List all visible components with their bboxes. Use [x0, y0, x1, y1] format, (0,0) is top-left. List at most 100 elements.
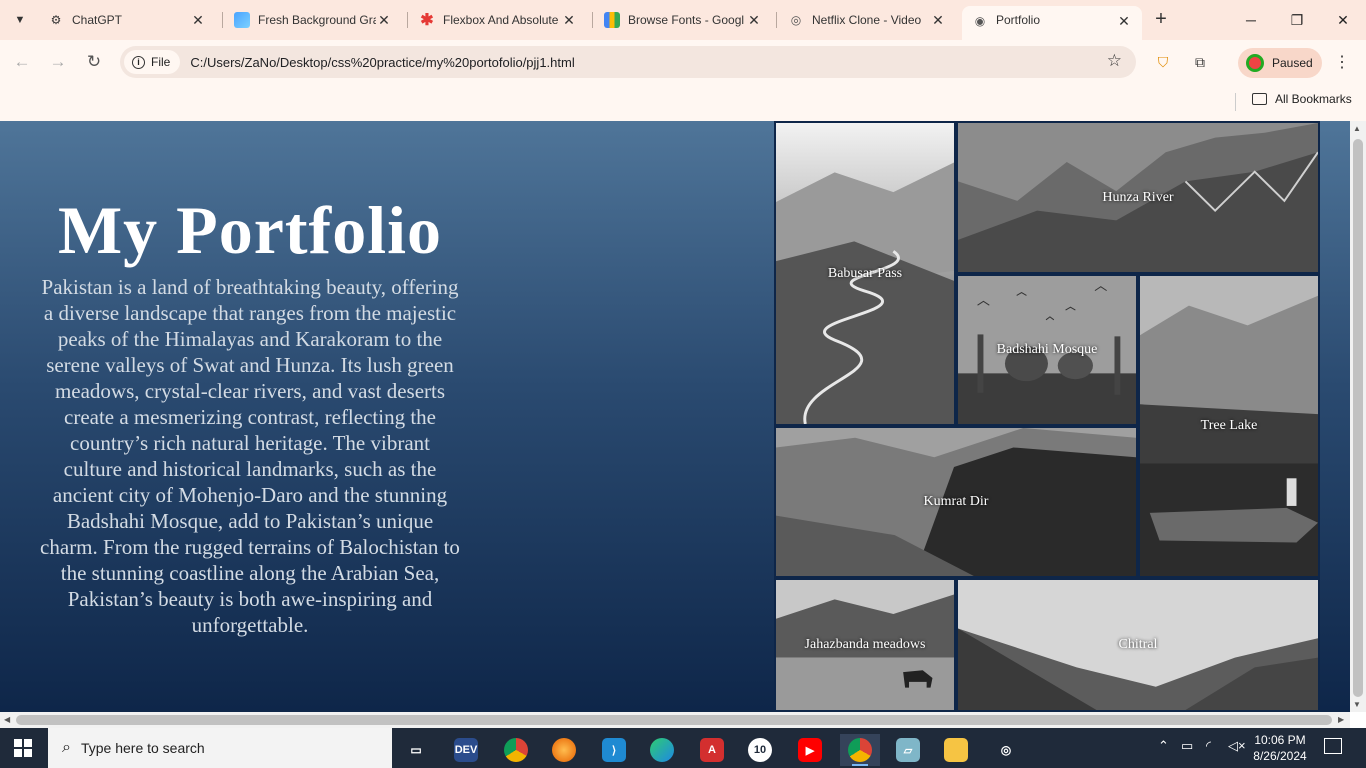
extensions-puzzle-icon[interactable]: ⧉ — [1190, 52, 1210, 72]
windows-taskbar: ⌕ Type here to search ▭ DEV ⟩ A 10 ▶ ▱ ◎… — [0, 728, 1366, 768]
close-window-button[interactable]: ✕ — [1320, 0, 1366, 40]
scroll-right-icon[interactable]: ▶ — [1338, 715, 1344, 724]
gallery-photo-babusar-pass: Babusar Pass — [774, 121, 956, 426]
arrow-left-icon: ← — [13, 52, 31, 71]
tab-google-fonts[interactable]: Browse Fonts - Googl ✕ — [594, 6, 772, 34]
profile-button[interactable]: Paused — [1238, 48, 1322, 78]
close-icon: ✕ — [1337, 11, 1349, 28]
vertical-scrollbar[interactable]: ▲ ▼ — [1350, 121, 1366, 712]
firefox-app-icon[interactable] — [544, 734, 584, 766]
tab-divider — [407, 12, 408, 28]
scroll-down-icon[interactable]: ▼ — [1353, 700, 1361, 709]
wifi-icon[interactable]: ◜ — [1206, 738, 1211, 754]
gradient-icon — [234, 12, 250, 28]
extension-shield-icon[interactable]: ⛉ — [1153, 52, 1173, 72]
tab-divider — [222, 12, 223, 28]
close-icon[interactable]: ✕ — [746, 12, 762, 29]
close-icon[interactable]: ✕ — [561, 12, 577, 29]
close-icon[interactable]: ✕ — [190, 12, 206, 29]
video-icon: ◎ — [790, 13, 802, 27]
forward-button[interactable]: → — [44, 48, 72, 76]
tab-title: Fresh Background Gra — [258, 13, 376, 27]
file-explorer-icon[interactable] — [936, 734, 976, 766]
tab-title: Browse Fonts - Googl — [628, 13, 745, 27]
photo-caption: Chitral — [1118, 637, 1158, 652]
back-button[interactable]: ← — [8, 48, 36, 76]
speaker-muted-icon[interactable]: ◁× — [1228, 738, 1246, 754]
gallery-photo-jahazbanda-meadows: Jahazbanda meadows — [774, 578, 956, 712]
gallery-photo-badshahi-mosque: Badshahi Mosque — [956, 274, 1138, 426]
horizontal-scrollbar[interactable]: ◀ ▶ — [0, 712, 1350, 728]
all-bookmarks-button[interactable]: All Bookmarks — [1252, 92, 1352, 106]
google-fonts-icon — [604, 12, 620, 28]
globe-icon: ◉ — [974, 14, 986, 28]
bookmark-star-icon[interactable]: ☆ — [1107, 51, 1122, 71]
tab-fresh-background[interactable]: Fresh Background Gra ✕ — [224, 6, 402, 34]
scroll-up-icon[interactable]: ▲ — [1353, 124, 1361, 133]
profile-status-label: Paused — [1272, 56, 1313, 70]
close-icon[interactable]: ✕ — [930, 12, 946, 29]
address-bar[interactable]: i File C:/Users/ZaNo/Desktop/css%20pract… — [120, 46, 1136, 78]
notification-center-icon[interactable] — [1324, 738, 1342, 754]
vscode-app-icon[interactable]: ⟩ — [594, 734, 634, 766]
tab-title: ChatGPT — [72, 13, 123, 27]
devhome-app-icon[interactable]: DEV — [446, 734, 486, 766]
chrome-running-app-icon[interactable] — [840, 734, 880, 766]
reload-icon: ↻ — [86, 52, 102, 71]
avatar — [1246, 54, 1264, 72]
arrow-right-icon: → — [49, 52, 67, 71]
browser-toolbar: ← → ↻ i File C:/Users/ZaNo/Desktop/css%2… — [0, 40, 1366, 84]
copilot-app-icon[interactable]: ◎ — [986, 734, 1026, 766]
minimize-icon: ─ — [1246, 12, 1256, 28]
edge-app-icon[interactable] — [642, 734, 682, 766]
notification-badge: 10 — [748, 738, 772, 762]
system-clock[interactable]: 10:06 PM 8/26/2024 — [1246, 732, 1314, 764]
tab-search-button[interactable]: ▼ — [6, 6, 34, 34]
gallery-photo-kumrat-dir: Kumrat Dir — [774, 426, 1138, 578]
clock-date: 8/26/2024 — [1253, 749, 1307, 763]
bookmarks-bar: All Bookmarks — [0, 84, 1366, 121]
photo-caption: Tree Lake — [1200, 418, 1258, 433]
task-view-icon[interactable]: ▭ — [396, 734, 436, 766]
chevron-up-icon[interactable]: ⌃ — [1158, 738, 1169, 754]
tab-title: Netflix Clone - Video — [812, 13, 922, 27]
page-viewport: My Portfolio Pakistan is a land of breat… — [0, 121, 1350, 712]
acrobat-app-icon[interactable]: A — [692, 734, 732, 766]
chrome-app-icon[interactable] — [496, 734, 536, 766]
photo-caption: Kumrat Dir — [923, 494, 989, 509]
photo-caption: Badshahi Mosque — [996, 342, 1098, 357]
close-icon[interactable]: ✕ — [1116, 13, 1132, 30]
new-tab-button[interactable]: + — [1150, 8, 1172, 30]
whatsapp-app-icon[interactable]: 10 — [740, 734, 780, 766]
asterisk-icon: ✱ — [420, 12, 434, 29]
bookmarks-divider — [1235, 93, 1236, 111]
reload-button[interactable]: ↻ — [80, 48, 108, 76]
search-icon: ⌕ — [62, 739, 71, 756]
tab-chatgpt[interactable]: ⚙ ChatGPT ✕ — [38, 6, 216, 34]
tab-netflix-clone[interactable]: ◎ Netflix Clone - Video ✕ — [778, 6, 956, 34]
notes-app-icon[interactable]: ▱ — [888, 734, 928, 766]
gallery-photo-chitral: Chitral — [956, 578, 1320, 712]
scroll-left-icon[interactable]: ◀ — [4, 715, 10, 724]
plus-icon: + — [1155, 8, 1167, 30]
site-info-chip[interactable]: i File — [124, 50, 181, 74]
tab-portfolio[interactable]: ◉ Portfolio ✕ — [962, 6, 1142, 40]
close-icon[interactable]: ✕ — [376, 12, 392, 29]
tab-flexbox[interactable]: ✱ Flexbox And Absolute ✕ — [409, 6, 587, 34]
taskbar-search[interactable]: ⌕ Type here to search — [48, 728, 392, 768]
photo-caption: Babusar Pass — [827, 265, 903, 281]
horizontal-scroll-thumb[interactable] — [16, 715, 1332, 725]
photo-caption: Hunza River — [1102, 189, 1174, 205]
youtube-app-icon[interactable]: ▶ — [790, 734, 830, 766]
battery-icon[interactable]: ▭ — [1181, 738, 1193, 754]
restore-button[interactable]: ❐ — [1274, 0, 1320, 40]
tab-divider — [592, 12, 593, 28]
windows-start-icon[interactable] — [14, 739, 32, 757]
minimize-button[interactable]: ─ — [1228, 0, 1274, 40]
vertical-scroll-thumb[interactable] — [1353, 139, 1363, 697]
tab-title: Portfolio — [996, 13, 1041, 27]
folder-icon — [1252, 93, 1267, 105]
url-text[interactable]: C:/Users/ZaNo/Desktop/css%20practice/my%… — [190, 55, 574, 70]
tab-title: Flexbox And Absolute — [443, 13, 559, 27]
more-menu-icon[interactable]: ⋮ — [1334, 52, 1350, 72]
